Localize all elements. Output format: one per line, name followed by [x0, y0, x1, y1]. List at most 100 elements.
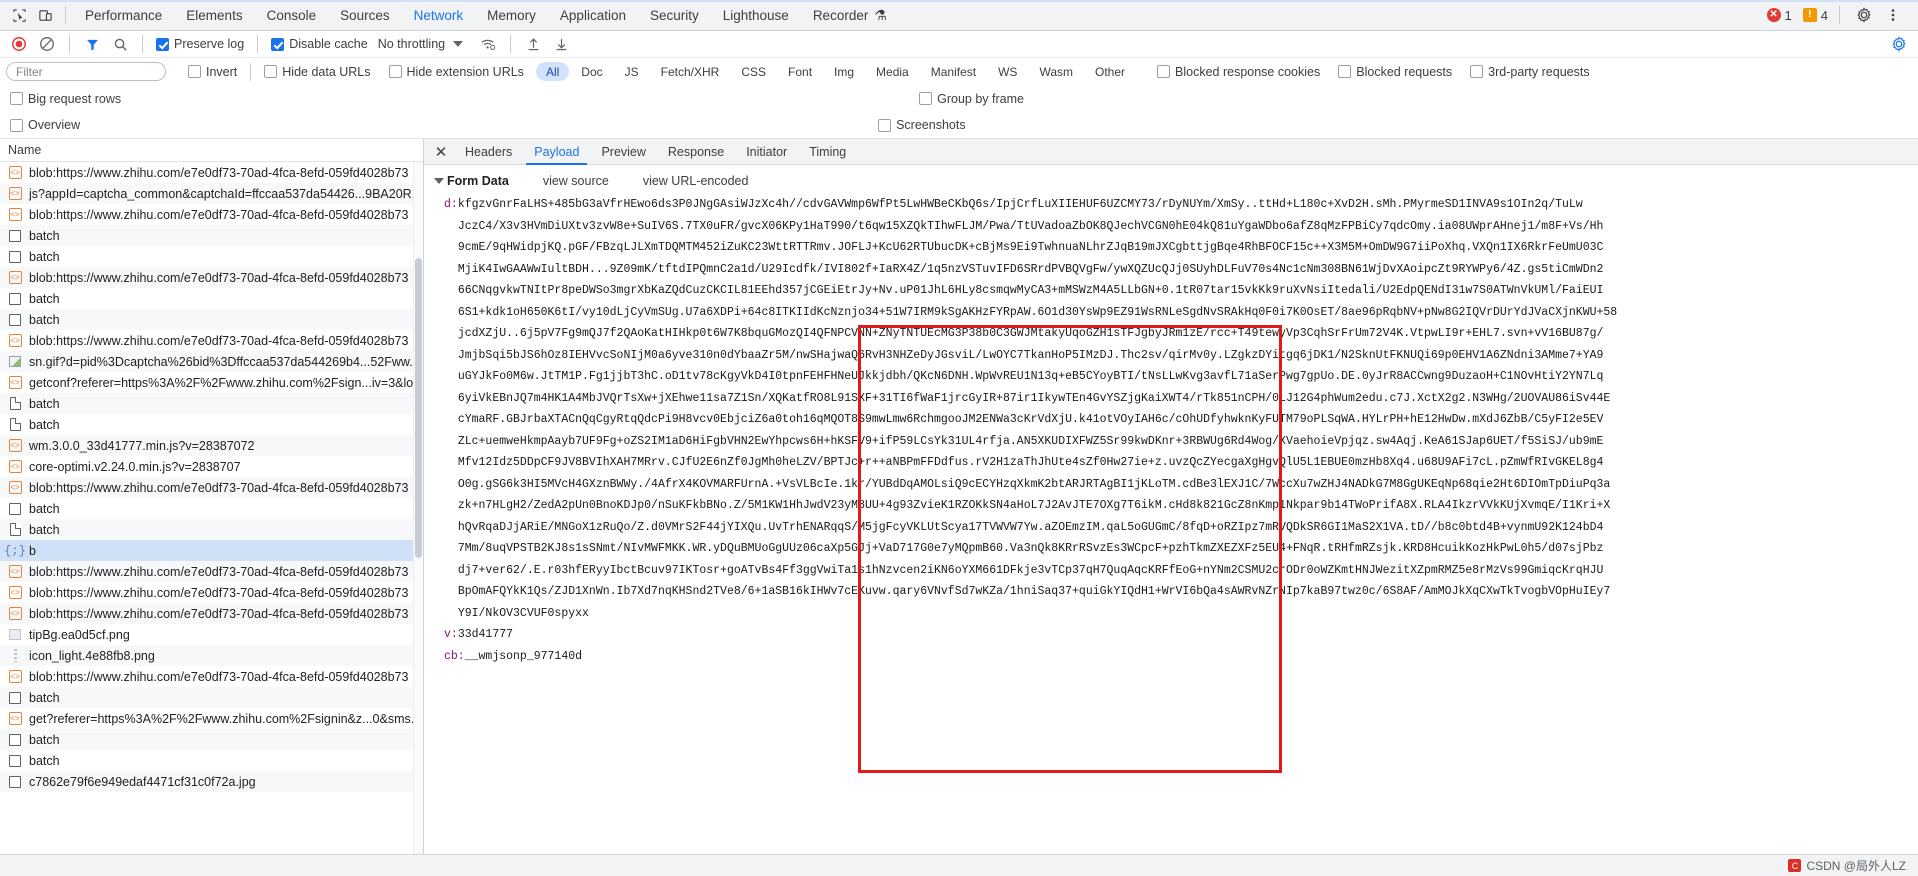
warning-icon: ! [1802, 8, 1817, 22]
table-row[interactable]: <> blob:https://www.zhihu.com/e7e0df73-70… [0, 603, 423, 624]
warning-count-badge[interactable]: ! 4 [1802, 8, 1828, 23]
table-row[interactable]: batch [0, 246, 423, 267]
tab-security[interactable]: Security [638, 0, 711, 30]
table-row[interactable]: batch [0, 393, 423, 414]
filter-chip-img[interactable]: Img [824, 62, 864, 81]
tab-memory[interactable]: Memory [475, 0, 548, 30]
row-icon [8, 775, 22, 789]
overview-checkbox[interactable]: Overview [6, 118, 84, 132]
view-source-link[interactable]: view source [543, 174, 609, 188]
details-tab-preview[interactable]: Preview [590, 139, 656, 165]
table-row[interactable]: <> blob:https://www.zhihu.com/e7e0df73-70… [0, 267, 423, 288]
table-row[interactable]: <> blob:https://www.zhihu.com/e7e0df73-70… [0, 204, 423, 225]
filter-chip-other[interactable]: Other [1085, 62, 1135, 81]
export-har-icon[interactable] [548, 33, 574, 55]
tab-sources[interactable]: Sources [328, 0, 402, 30]
table-row[interactable]: batch [0, 414, 423, 435]
scrollbar-thumb[interactable] [415, 258, 422, 558]
table-row[interactable]: batch [0, 288, 423, 309]
details-tab-payload[interactable]: Payload [523, 139, 590, 165]
details-tab-timing[interactable]: Timing [798, 139, 857, 165]
filter-chip-ws[interactable]: WS [988, 62, 1027, 81]
big-request-rows-checkbox[interactable]: Big request rows [6, 92, 125, 106]
table-row[interactable]: sn.gif?d=pid%3Dcaptcha%26bid%3Dffccaa537… [0, 351, 423, 372]
tab-performance[interactable]: Performance [73, 0, 174, 30]
filter-chip-js[interactable]: JS [615, 62, 649, 81]
table-row[interactable]: <> blob:https://www.zhihu.com/e7e0df73-70… [0, 582, 423, 603]
details-tab-response[interactable]: Response [657, 139, 735, 165]
disable-cache-checkbox[interactable]: Disable cache [267, 37, 372, 51]
table-row[interactable]: <> core-optimi.v2.24.0.min.js?v=2838707 [0, 456, 423, 477]
hide-extension-urls-checkbox[interactable]: Hide extension URLs [385, 65, 528, 79]
table-row[interactable]: <> js?appId=captcha_common&captchaId=ffcc… [0, 183, 423, 204]
third-party-requests-checkbox[interactable]: 3rd-party requests [1466, 65, 1593, 79]
table-row[interactable]: <> blob:https://www.zhihu.com/e7e0df73-70… [0, 666, 423, 687]
table-row[interactable]: <> wm.3.0.0_33d41777.min.js?v=28387072 [0, 435, 423, 456]
filter-chip-wasm[interactable]: Wasm [1029, 62, 1083, 81]
filter-chip-media[interactable]: Media [866, 62, 919, 81]
throttling-dropdown[interactable]: No throttling [374, 37, 467, 51]
table-row[interactable]: batch [0, 687, 423, 708]
table-row[interactable]: <> blob:https://www.zhihu.com/e7e0df73-70… [0, 162, 423, 183]
view-url-encoded-link[interactable]: view URL-encoded [643, 174, 749, 188]
tab-recorder[interactable]: Recorder ⚗ [801, 0, 899, 30]
network-settings-icon[interactable] [1886, 33, 1912, 55]
table-row[interactable]: {;} b [0, 540, 423, 561]
screenshots-checkbox[interactable]: Screenshots [874, 118, 969, 132]
table-row[interactable]: <> get?referer=https%3A%2F%2Fwww.zhihu.co… [0, 708, 423, 729]
inspect-element-icon[interactable] [6, 3, 32, 27]
panel-tabs: Performance Elements Console Sources Net… [73, 0, 899, 30]
details-tab-headers[interactable]: Headers [454, 139, 523, 165]
form-data-toggle[interactable]: Form Data [434, 174, 509, 188]
filter-chip-font[interactable]: Font [778, 62, 822, 81]
tab-elements[interactable]: Elements [174, 0, 254, 30]
table-row[interactable]: batch [0, 729, 423, 750]
filter-chip-all[interactable]: All [535, 62, 570, 81]
tab-application[interactable]: Application [548, 0, 638, 30]
csdn-logo-icon: C [1788, 859, 1802, 872]
error-count-badge[interactable]: ✕ 1 [1766, 8, 1792, 23]
clear-network-log-icon[interactable] [34, 33, 60, 55]
table-row[interactable]: batch [0, 750, 423, 771]
device-toolbar-icon[interactable] [32, 3, 58, 27]
table-row[interactable]: batch [0, 309, 423, 330]
tab-console[interactable]: Console [255, 0, 329, 30]
request-list[interactable]: <> blob:https://www.zhihu.com/e7e0df73-70… [0, 162, 423, 854]
filter-chip-doc[interactable]: Doc [571, 62, 612, 81]
wifi-settings-icon[interactable] [475, 33, 501, 55]
filter-input[interactable] [6, 62, 166, 81]
picture-file-icon [9, 629, 21, 640]
invert-checkbox[interactable]: Invert [184, 65, 241, 79]
filter-chip-fetch-xhr[interactable]: Fetch/XHR [651, 62, 730, 81]
table-row[interactable]: batch [0, 225, 423, 246]
table-row[interactable]: <> blob:https://www.zhihu.com/e7e0df73-70… [0, 477, 423, 498]
table-row[interactable]: c7862e79f6e949edaf4471cf31c0f72a.jpg [0, 771, 423, 792]
close-icon[interactable]: ✕ [428, 140, 454, 164]
record-button[interactable] [6, 33, 32, 55]
group-by-frame-checkbox[interactable]: Group by frame [915, 92, 1028, 106]
table-row[interactable]: icon_light.4e88fb8.png [0, 645, 423, 666]
search-icon[interactable] [107, 33, 133, 55]
invert-label: Invert [206, 64, 238, 79]
details-tab-initiator[interactable]: Initiator [735, 139, 798, 165]
tab-lighthouse[interactable]: Lighthouse [711, 0, 801, 30]
table-row[interactable]: <> blob:https://www.zhihu.com/e7e0df73-70… [0, 330, 423, 351]
hide-data-urls-checkbox[interactable]: Hide data URLs [260, 65, 374, 79]
table-row[interactable]: batch [0, 519, 423, 540]
blocked-requests-checkbox[interactable]: Blocked requests [1334, 65, 1456, 79]
table-row[interactable]: <> getconf?referer=https%3A%2F%2Fwww.zhih… [0, 372, 423, 393]
blocked-response-cookies-checkbox[interactable]: Blocked response cookies [1153, 65, 1324, 79]
gear-icon[interactable] [1851, 3, 1877, 27]
row-icon: <> [8, 166, 22, 180]
tab-network[interactable]: Network [402, 0, 476, 30]
request-list-scrollbar[interactable] [413, 162, 423, 854]
table-row[interactable]: tipBg.ea0d5cf.png [0, 624, 423, 645]
filter-chip-manifest[interactable]: Manifest [921, 62, 986, 81]
table-row[interactable]: <> blob:https://www.zhihu.com/e7e0df73-70… [0, 561, 423, 582]
more-vertical-icon[interactable] [1880, 3, 1906, 27]
table-row[interactable]: batch [0, 498, 423, 519]
filter-icon[interactable] [79, 33, 105, 55]
filter-chip-css[interactable]: CSS [731, 62, 776, 81]
import-har-icon[interactable] [520, 33, 546, 55]
preserve-log-checkbox[interactable]: Preserve log [152, 37, 248, 51]
